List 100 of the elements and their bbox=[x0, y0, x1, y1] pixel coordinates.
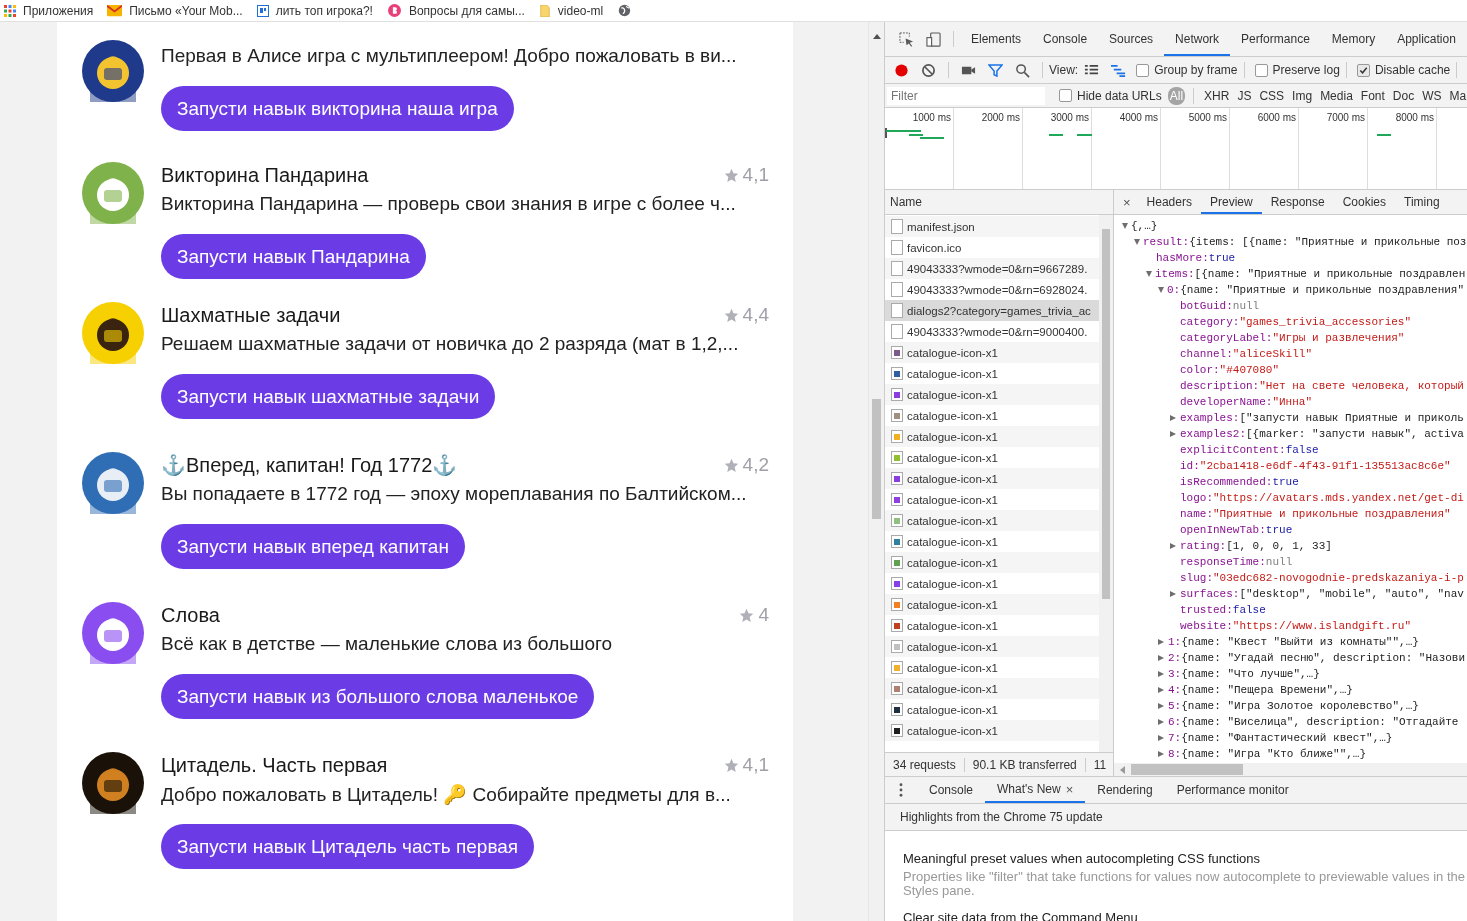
column-header[interactable]: Name bbox=[885, 190, 1113, 215]
waterfall-icon[interactable] bbox=[1111, 62, 1127, 78]
bookmark-link[interactable]: Письмо «Your Mob... bbox=[129, 3, 243, 18]
launch-skill-button[interactable]: Запусти навык шахматные задачи bbox=[161, 374, 496, 419]
launch-skill-button[interactable]: Запусти навык викторина наша игра bbox=[161, 86, 514, 131]
request-row[interactable]: 49043333?wmode=0&rn=6928024. bbox=[885, 279, 1099, 300]
scroll-up-icon[interactable] bbox=[872, 34, 881, 39]
panel-tab[interactable]: Elements bbox=[960, 22, 1033, 56]
request-row[interactable]: 49043333?wmode=0&rn=9667289. bbox=[885, 258, 1099, 279]
bookmark-link[interactable]: Вопросы для самы... bbox=[408, 3, 525, 18]
bookmark-link[interactable]: лить топ игрока?! bbox=[275, 3, 373, 18]
request-row[interactable]: catalogue-icon-x1 bbox=[885, 720, 1099, 741]
scrollbar-thumb[interactable] bbox=[1131, 764, 1243, 775]
type-filter[interactable]: Doc bbox=[1390, 86, 1417, 105]
panel-tab[interactable]: Memory bbox=[1320, 22, 1387, 56]
request-row[interactable]: catalogue-icon-x1 bbox=[885, 531, 1099, 552]
inspect-icon[interactable] bbox=[899, 31, 914, 47]
request-row[interactable]: catalogue-icon-x1 bbox=[885, 510, 1099, 531]
expand-arrow-icon[interactable] bbox=[1170, 415, 1176, 421]
detail-tab[interactable]: Response bbox=[1261, 190, 1334, 214]
launch-skill-button[interactable]: Запусти навык Пандарина bbox=[161, 234, 426, 279]
request-row[interactable]: catalogue-icon-x1 bbox=[885, 489, 1099, 510]
request-row[interactable]: catalogue-icon-x1 bbox=[885, 468, 1099, 489]
panel-tab[interactable]: Sources bbox=[1098, 22, 1165, 56]
expand-arrow-icon[interactable] bbox=[1134, 239, 1140, 245]
request-row[interactable]: catalogue-icon-x1 bbox=[885, 552, 1099, 573]
board-icon[interactable] bbox=[256, 4, 269, 17]
type-filter[interactable]: JS bbox=[1235, 86, 1254, 105]
type-filter[interactable]: Ma bbox=[1447, 86, 1467, 105]
expand-arrow-icon[interactable] bbox=[1122, 223, 1128, 229]
request-row[interactable]: catalogue-icon-x1 bbox=[885, 363, 1099, 384]
type-filter[interactable]: WS bbox=[1420, 86, 1444, 105]
request-row[interactable]: catalogue-icon-x1 bbox=[885, 342, 1099, 363]
checkbox[interactable] bbox=[1136, 63, 1150, 77]
checkbox[interactable] bbox=[1254, 63, 1268, 77]
checkbox[interactable] bbox=[1356, 63, 1370, 77]
close-button[interactable]: × bbox=[1114, 194, 1138, 210]
request-row[interactable]: catalogue-icon-x1 bbox=[885, 699, 1099, 720]
b-logo-icon[interactable] bbox=[386, 4, 402, 17]
close-button[interactable]: × bbox=[1065, 781, 1074, 797]
type-filter[interactable]: Font bbox=[1358, 86, 1387, 105]
scrollbar-thumb[interactable] bbox=[872, 399, 881, 519]
request-row[interactable]: dialogs2?category=games_trivia_ac bbox=[885, 300, 1099, 321]
expand-arrow-icon[interactable] bbox=[1158, 287, 1164, 293]
expand-arrow-icon[interactable] bbox=[1158, 687, 1164, 693]
detail-tab[interactable]: Timing bbox=[1395, 190, 1449, 214]
checkbox[interactable] bbox=[1059, 89, 1072, 102]
detail-tab[interactable]: Headers bbox=[1137, 190, 1201, 214]
drawer-tab[interactable]: Console bbox=[917, 777, 986, 803]
request-row[interactable]: catalogue-icon-x1 bbox=[885, 678, 1099, 699]
record-icon[interactable] bbox=[894, 62, 909, 78]
request-row[interactable]: catalogue-icon-x1 bbox=[885, 636, 1099, 657]
expand-arrow-icon[interactable] bbox=[1170, 591, 1176, 597]
launch-skill-button[interactable]: Запусти навык Цитадель часть первая bbox=[161, 824, 535, 869]
filter-icon[interactable] bbox=[988, 62, 1003, 78]
scrollbar[interactable] bbox=[1099, 215, 1113, 752]
scrollbar-thumb[interactable] bbox=[1102, 229, 1110, 599]
expand-arrow-icon[interactable] bbox=[1170, 543, 1176, 549]
detail-tab[interactable]: Preview bbox=[1200, 190, 1262, 214]
launch-skill-button[interactable]: Запусти навык из большого слова маленькое bbox=[161, 674, 595, 719]
drawer-tab[interactable]: Rendering bbox=[1085, 777, 1165, 803]
expand-arrow-icon[interactable] bbox=[1170, 431, 1176, 437]
scrollbar[interactable] bbox=[868, 22, 884, 921]
bookmark-link[interactable]: video-ml bbox=[557, 3, 604, 18]
request-row[interactable]: catalogue-icon-x1 bbox=[885, 384, 1099, 405]
type-filter[interactable]: Img bbox=[1290, 86, 1315, 105]
request-row[interactable]: manifest.json bbox=[885, 216, 1099, 237]
panel-tab[interactable]: Performance bbox=[1230, 22, 1321, 56]
expand-arrow-icon[interactable] bbox=[1158, 719, 1164, 725]
request-row[interactable]: catalogue-icon-x1 bbox=[885, 615, 1099, 636]
expand-arrow-icon[interactable] bbox=[1158, 703, 1164, 709]
drawer-tab[interactable]: Performance monitor bbox=[1164, 777, 1301, 803]
apps-icon[interactable] bbox=[4, 4, 16, 17]
device-icon[interactable] bbox=[926, 31, 941, 47]
expand-arrow-icon[interactable] bbox=[1158, 735, 1164, 741]
type-filter[interactable]: CSS bbox=[1257, 86, 1287, 105]
request-row[interactable]: catalogue-icon-x1 bbox=[885, 657, 1099, 678]
globe-icon[interactable] bbox=[617, 4, 633, 17]
filter-field[interactable]: Filter bbox=[887, 86, 1045, 105]
launch-skill-button[interactable]: Запусти навык вперед капитан bbox=[161, 524, 465, 569]
bookmark-link[interactable]: Приложения bbox=[23, 3, 94, 18]
expand-arrow-icon[interactable] bbox=[1158, 671, 1164, 677]
request-row[interactable]: catalogue-icon-x1 bbox=[885, 573, 1099, 594]
expand-arrow-icon[interactable] bbox=[1158, 655, 1164, 661]
request-row[interactable]: catalogue-icon-x1 bbox=[885, 594, 1099, 615]
expand-arrow-icon[interactable] bbox=[1158, 751, 1164, 757]
request-row[interactable]: catalogue-icon-x1 bbox=[885, 426, 1099, 447]
more-icon[interactable] bbox=[899, 783, 903, 797]
expand-arrow-icon[interactable] bbox=[1158, 639, 1164, 645]
search-icon[interactable] bbox=[1015, 62, 1030, 78]
request-row[interactable]: catalogue-icon-x1 bbox=[885, 447, 1099, 468]
detail-tab[interactable]: Cookies bbox=[1333, 190, 1396, 214]
expand-arrow-icon[interactable] bbox=[1146, 271, 1152, 277]
panel-tab[interactable]: Console bbox=[1032, 22, 1099, 56]
request-row[interactable]: catalogue-icon-x1 bbox=[885, 405, 1099, 426]
envelope-icon[interactable] bbox=[107, 4, 123, 17]
type-filter[interactable]: XHR bbox=[1202, 86, 1232, 105]
clear-icon[interactable] bbox=[921, 62, 936, 78]
panel-tab[interactable]: Application bbox=[1386, 22, 1467, 56]
request-row[interactable]: favicon.ico bbox=[885, 237, 1099, 258]
